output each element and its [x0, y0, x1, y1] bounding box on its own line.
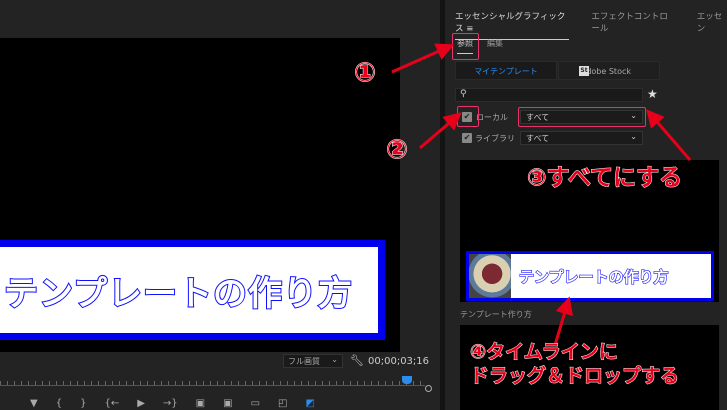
arrow-4 [553, 296, 574, 346]
annotation-2: ② [385, 135, 409, 166]
annotation-1: ① [353, 58, 377, 89]
arrow-1 [391, 43, 455, 74]
arrow-3 [646, 109, 692, 161]
annotation-4: ④タイムラインに ドラッグ＆ドロップする [469, 341, 680, 388]
annotation-3: ③すべてにする [526, 165, 683, 192]
arrow-2 [419, 112, 462, 150]
